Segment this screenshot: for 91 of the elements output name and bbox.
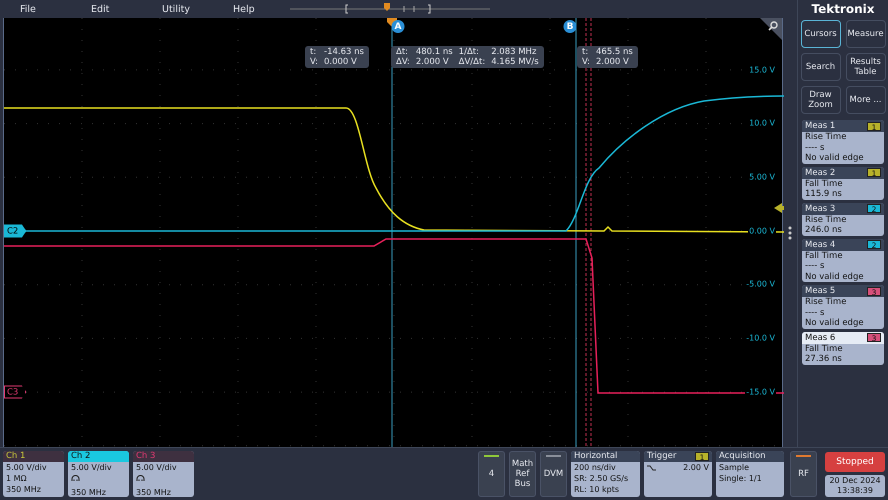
measurement-value: 115.9 ns bbox=[804, 189, 843, 200]
measurement-type: Rise Time bbox=[804, 214, 848, 225]
readout-value: 480.1 ns bbox=[416, 47, 453, 57]
panel-button[interactable]: More ... bbox=[846, 86, 886, 114]
readout-label: t: bbox=[310, 47, 318, 57]
card-setting: Single: 1/1 bbox=[718, 473, 763, 484]
channel-marker[interactable]: C2 bbox=[4, 224, 26, 238]
menu-item[interactable]: File bbox=[20, 4, 91, 14]
readout-value: 2.000 V bbox=[416, 57, 450, 67]
readout-label: V: bbox=[310, 57, 318, 67]
axis-label: -15.0 V bbox=[745, 388, 776, 396]
readout-label: V: bbox=[582, 57, 590, 67]
readout-label: Δt: bbox=[396, 47, 410, 57]
channel-card[interactable]: Ch 3 5.00 V/div 350 MHz bbox=[133, 451, 194, 497]
measurement-value: 27.36 ns bbox=[804, 354, 843, 364]
panel-button[interactable]: Results Table bbox=[846, 53, 886, 81]
measurement-type: Rise Time bbox=[804, 297, 848, 308]
channel-header: Ch 3 bbox=[133, 451, 194, 462]
axis-label: 0.00 V bbox=[748, 226, 776, 236]
panel-button[interactable]: Draw Zoom bbox=[800, 86, 840, 114]
axis-label: 15.0 V bbox=[748, 66, 776, 74]
measurement-note: No valid edge bbox=[804, 272, 865, 282]
readout-value: 0.000 V bbox=[324, 57, 358, 67]
channel-header: Ch 1 bbox=[3, 451, 64, 462]
measurement-type: Fall Time bbox=[804, 178, 844, 189]
measurement-value: ---- s bbox=[804, 142, 826, 153]
panel-button[interactable]: Cursors bbox=[800, 20, 840, 48]
measurement-type: Fall Time bbox=[804, 250, 844, 261]
measurement-type: Fall Time bbox=[804, 344, 844, 354]
acquisition-card[interactable]: Acquisition Sample Single: 1/1 bbox=[716, 451, 784, 497]
axis-label: 10.0 V bbox=[748, 118, 776, 128]
brand-logo: Tektronix bbox=[811, 0, 874, 17]
panel-button[interactable]: Measure bbox=[846, 20, 886, 48]
readout-label: ΔV/Δt: bbox=[458, 57, 486, 67]
readout-value: 2.000 V bbox=[596, 57, 630, 67]
card-setting: 200 ns/div bbox=[573, 462, 617, 473]
card-setting: 2.00 V bbox=[683, 462, 709, 473]
readout-label: t: bbox=[582, 47, 590, 57]
axis-label: 5.00 V bbox=[748, 172, 776, 182]
card-setting: Sample bbox=[718, 462, 750, 473]
channel-setting: 5.00 V/div bbox=[5, 462, 48, 473]
measurement-note: No valid edge bbox=[804, 318, 865, 328]
card-title: Horizontal bbox=[574, 451, 618, 462]
channel-setting: 350 MHz bbox=[70, 487, 107, 497]
panel-button[interactable]: Search bbox=[800, 53, 840, 81]
channel-card[interactable]: Ch 2 5.00 V/div 350 MHz bbox=[68, 451, 129, 497]
measurement-value: ---- s bbox=[804, 308, 826, 318]
readout-label: 1/Δt: bbox=[458, 47, 480, 57]
more-handle-icon[interactable] bbox=[788, 226, 792, 240]
zoom-button[interactable] bbox=[760, 18, 782, 40]
card-title: Trigger bbox=[647, 451, 676, 462]
falling-edge-icon bbox=[647, 464, 656, 470]
measurement-value: 246.0 ns bbox=[804, 225, 843, 236]
measurement-value: ---- s bbox=[804, 261, 826, 272]
card-setting: SR: 2.50 GS/s bbox=[573, 473, 630, 484]
channel-setting: 5.00 V/div bbox=[135, 462, 178, 473]
menu-item[interactable]: Help bbox=[233, 4, 304, 14]
tool-button[interactable]: RF bbox=[790, 451, 817, 497]
waveform-display[interactable]: A B t: -14.63 ns V: 0.000 V Δt: 480.1 ns 1/Δt: 2.083 MHz ΔV: 2.000 V ΔV/Δt: 4.165 MV/s t: 465.5 ns V: 2.000 V 15.0 V 10.0 V 5.00 V 0.00 V -5.00 V -10.0 V -15.0 V C2 C3 bbox=[3, 18, 783, 447]
cursor-marker[interactable]: A bbox=[392, 20, 404, 33]
readout-value: 465.5 ns bbox=[596, 47, 633, 57]
channel-setting: 1 MΩ bbox=[5, 473, 28, 484]
measurement-note: No valid edge bbox=[804, 153, 865, 164]
axis-label: -5.00 V bbox=[745, 280, 776, 288]
readout-value: -14.63 ns bbox=[324, 47, 364, 57]
channel-marker[interactable]: C3 bbox=[4, 386, 26, 398]
readout-label: ΔV: bbox=[396, 57, 410, 67]
trigger-level-icon bbox=[774, 203, 784, 213]
card-setting: RL: 10 kpts bbox=[573, 484, 620, 495]
cursor-marker[interactable]: B bbox=[564, 20, 576, 33]
channel-setting: 350 MHz bbox=[5, 484, 42, 495]
channel-card[interactable]: Ch 1 5.00 V/div 1 MΩ 350 MHz bbox=[3, 451, 64, 497]
probe-icon bbox=[71, 475, 80, 482]
menu-item[interactable]: Utility bbox=[162, 4, 233, 14]
record-overview-drawing[interactable] bbox=[290, 2, 490, 16]
tool-button[interactable]: DVM bbox=[540, 451, 567, 497]
channel-setting: 5.00 V/div bbox=[70, 462, 113, 473]
tool-button[interactable]: 4 bbox=[478, 451, 505, 497]
channel-header: Ch 2 bbox=[68, 451, 129, 462]
horizontal-card[interactable]: Horizontal 200 ns/div SR: 2.50 GS/s RL: 10 kpts bbox=[571, 451, 640, 497]
channel-setting: 350 MHz bbox=[135, 487, 172, 497]
card-title: Acquisition bbox=[719, 451, 766, 462]
measurement-type: Rise Time bbox=[804, 132, 848, 142]
axis-label: -10.0 V bbox=[745, 334, 776, 342]
probe-icon bbox=[136, 475, 145, 482]
menu-item[interactable]: Edit bbox=[91, 4, 162, 14]
readout-value: 2.083 MHz bbox=[491, 47, 538, 57]
readout-value: 4.165 MV/s bbox=[491, 57, 539, 67]
tool-button[interactable]: Math Ref Bus bbox=[509, 451, 536, 497]
run-stop-button[interactable]: Stopped bbox=[825, 452, 885, 472]
date-time-display: 20 Dec 2024 13:38:39 bbox=[825, 474, 885, 496]
